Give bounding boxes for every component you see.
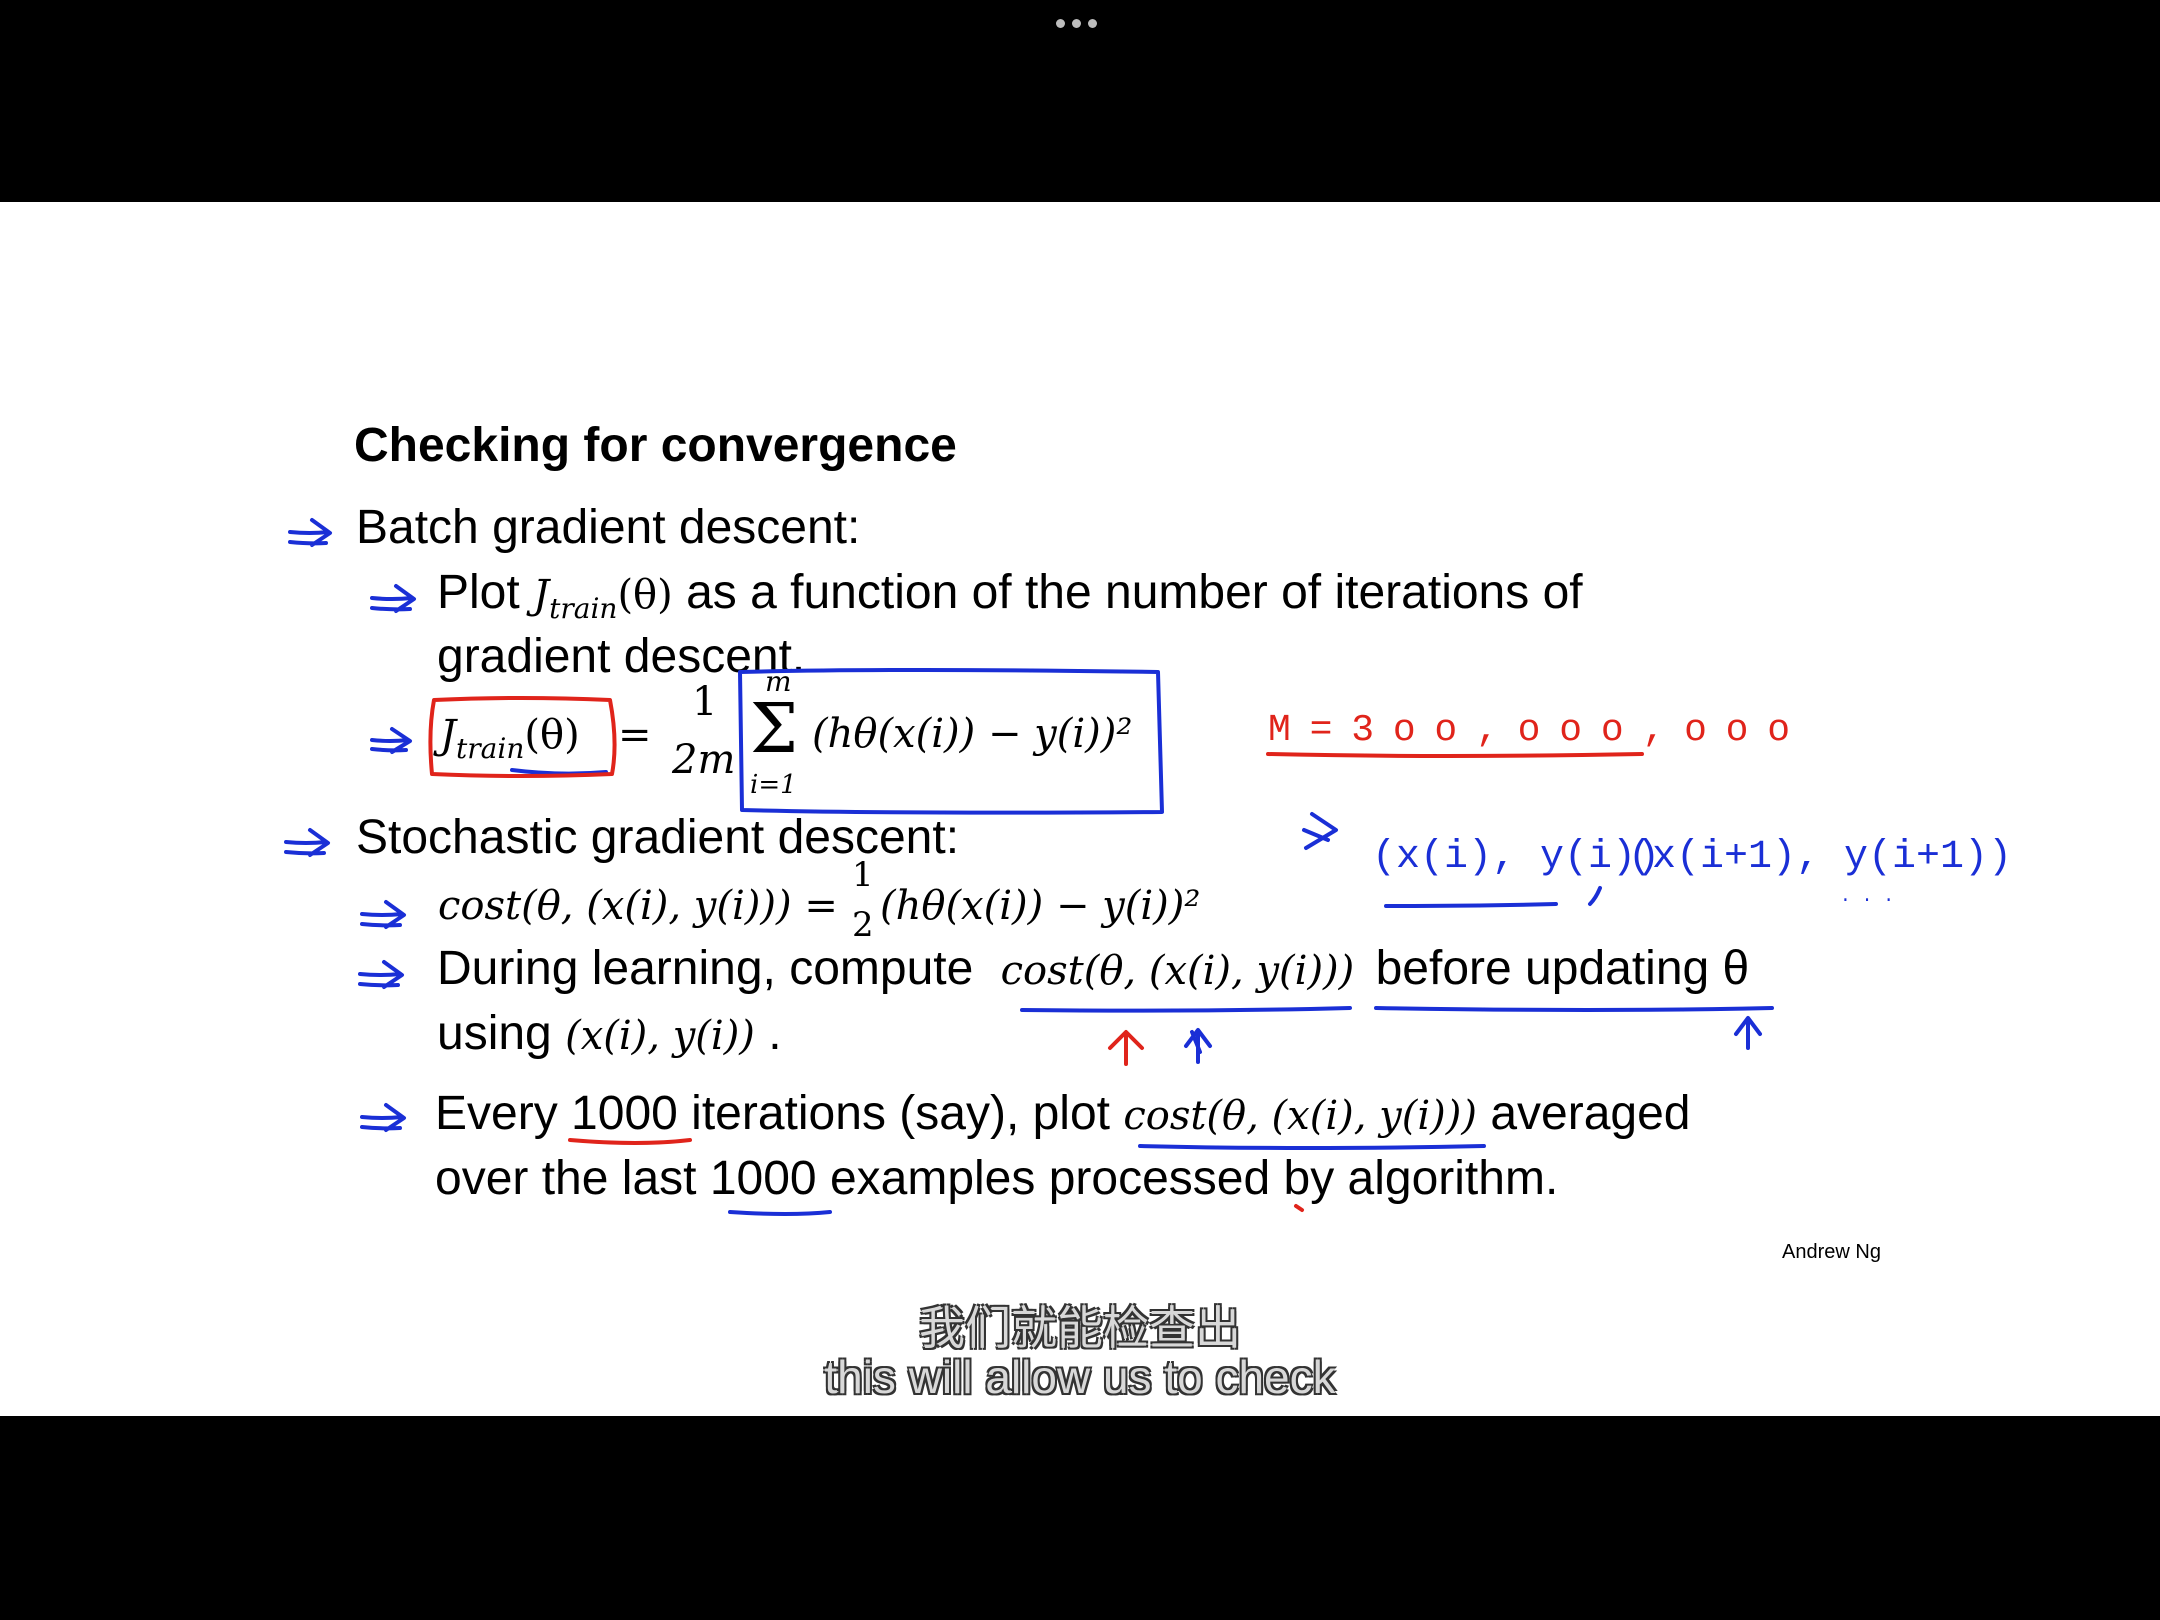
arrow-icon <box>360 900 406 929</box>
arrow-icon <box>370 727 412 754</box>
arrow-icon <box>284 828 330 857</box>
pen-annotations <box>284 518 1774 1216</box>
arrow-icon <box>358 960 404 989</box>
top-bar <box>0 0 2160 202</box>
arrow-icon <box>360 1103 406 1132</box>
arrow-up-icon <box>1184 1028 1212 1064</box>
bottom-bar <box>0 1416 2160 1620</box>
arrow-icon <box>1302 812 1338 850</box>
lecture-slide: Checking for convergence Batch gradient … <box>0 202 2160 1416</box>
arrow-icon <box>370 584 416 613</box>
subtitle-english: this will allow us to check <box>824 1351 1336 1403</box>
arrow-icon <box>288 518 332 547</box>
subtitle-chinese: 我们就能检查出 <box>919 1302 1241 1354</box>
more-dots-icon[interactable] <box>1056 16 1104 32</box>
arrow-up-icon <box>1734 1016 1762 1050</box>
arrow-up-icon <box>1108 1030 1144 1066</box>
